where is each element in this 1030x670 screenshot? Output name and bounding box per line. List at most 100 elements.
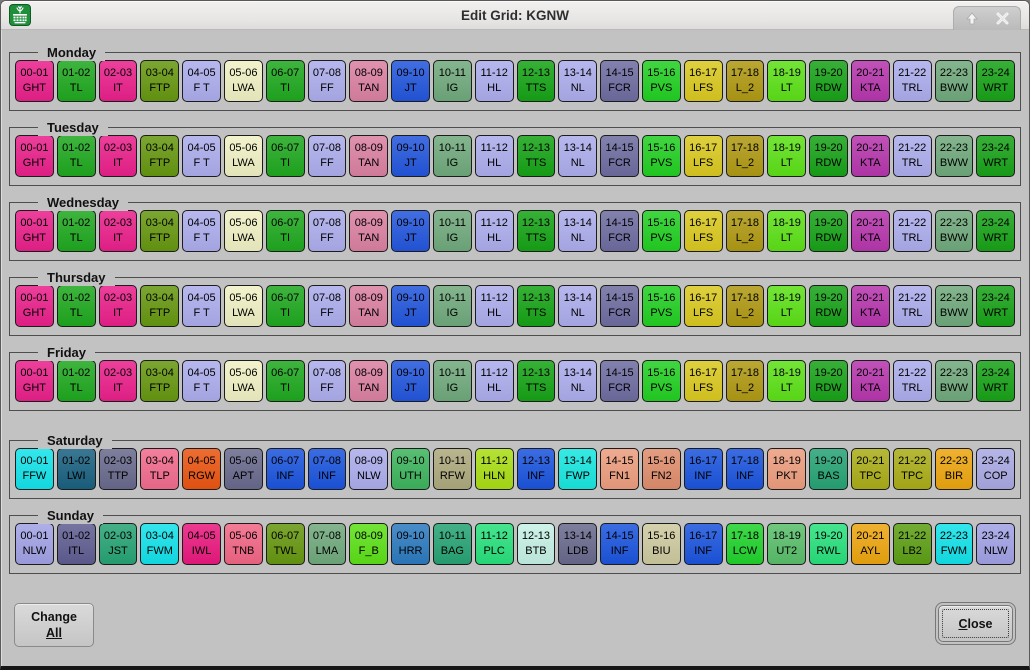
hour-slot-sunday-18-19[interactable]: 18-19UT2 — [767, 523, 806, 565]
hour-slot-tuesday-07-08[interactable]: 07-08FF — [308, 135, 347, 177]
hour-slot-sunday-07-08[interactable]: 07-08LMA — [308, 523, 347, 565]
hour-slot-monday-13-14[interactable]: 13-14NL — [558, 60, 597, 102]
hour-slot-saturday-09-10[interactable]: 09-10UTH — [391, 448, 430, 490]
hour-slot-friday-08-09[interactable]: 08-09TAN — [349, 360, 388, 402]
close-window-button[interactable] — [989, 9, 1015, 28]
hour-slot-tuesday-23-24[interactable]: 23-24WRT — [976, 135, 1015, 177]
hour-slot-friday-02-03[interactable]: 02-03IT — [99, 360, 138, 402]
close-button[interactable]: Close — [938, 605, 1013, 642]
hour-slot-thursday-16-17[interactable]: 16-17LFS — [684, 285, 723, 327]
hour-slot-friday-18-19[interactable]: 18-19LT — [767, 360, 806, 402]
hour-slot-tuesday-05-06[interactable]: 05-06LWA — [224, 135, 263, 177]
hour-slot-monday-20-21[interactable]: 20-21KTA — [851, 60, 890, 102]
hour-slot-thursday-14-15[interactable]: 14-15FCR — [600, 285, 639, 327]
hour-slot-sunday-08-09[interactable]: 08-09F_B — [349, 523, 388, 565]
hour-slot-saturday-22-23[interactable]: 22-23BIR — [935, 448, 974, 490]
hour-slot-friday-19-20[interactable]: 19-20RDW — [809, 360, 848, 402]
hour-slot-wednesday-14-15[interactable]: 14-15FCR — [600, 210, 639, 252]
hour-slot-sunday-01-02[interactable]: 01-02ITL — [57, 523, 96, 565]
hour-slot-saturday-19-20[interactable]: 19-20BAS — [809, 448, 848, 490]
hour-slot-tuesday-00-01[interactable]: 00-01GHT — [15, 135, 54, 177]
hour-slot-wednesday-12-13[interactable]: 12-13TTS — [517, 210, 556, 252]
hour-slot-friday-05-06[interactable]: 05-06LWA — [224, 360, 263, 402]
hour-slot-thursday-04-05[interactable]: 04-05F T — [182, 285, 221, 327]
hour-slot-friday-23-24[interactable]: 23-24WRT — [976, 360, 1015, 402]
hour-slot-tuesday-17-18[interactable]: 17-18L_2 — [726, 135, 765, 177]
hour-slot-tuesday-19-20[interactable]: 19-20RDW — [809, 135, 848, 177]
hour-slot-wednesday-16-17[interactable]: 16-17LFS — [684, 210, 723, 252]
hour-slot-saturday-04-05[interactable]: 04-05RGW — [182, 448, 221, 490]
hour-slot-saturday-17-18[interactable]: 17-18INF — [726, 448, 765, 490]
hour-slot-monday-08-09[interactable]: 08-09TAN — [349, 60, 388, 102]
hour-slot-saturday-02-03[interactable]: 02-03TTP — [99, 448, 138, 490]
hour-slot-saturday-00-01[interactable]: 00-01FFW — [15, 448, 54, 490]
hour-slot-sunday-00-01[interactable]: 00-01NLW — [15, 523, 54, 565]
hour-slot-wednesday-00-01[interactable]: 00-01GHT — [15, 210, 54, 252]
hour-slot-thursday-22-23[interactable]: 22-23BWW — [935, 285, 974, 327]
hour-slot-friday-13-14[interactable]: 13-14NL — [558, 360, 597, 402]
hour-slot-tuesday-04-05[interactable]: 04-05F T — [182, 135, 221, 177]
hour-slot-tuesday-06-07[interactable]: 06-07TI — [266, 135, 305, 177]
hour-slot-wednesday-02-03[interactable]: 02-03IT — [99, 210, 138, 252]
raise-window-button[interactable] — [959, 9, 985, 28]
hour-slot-thursday-20-21[interactable]: 20-21KTA — [851, 285, 890, 327]
hour-slot-monday-10-11[interactable]: 10-11IG — [433, 60, 472, 102]
hour-slot-sunday-16-17[interactable]: 16-17INF — [684, 523, 723, 565]
hour-slot-friday-17-18[interactable]: 17-18L_2 — [726, 360, 765, 402]
hour-slot-wednesday-10-11[interactable]: 10-11IG — [433, 210, 472, 252]
hour-slot-saturday-15-16[interactable]: 15-16FN2 — [642, 448, 681, 490]
hour-slot-friday-20-21[interactable]: 20-21KTA — [851, 360, 890, 402]
hour-slot-friday-12-13[interactable]: 12-13TTS — [517, 360, 556, 402]
hour-slot-wednesday-15-16[interactable]: 15-16PVS — [642, 210, 681, 252]
hour-slot-wednesday-04-05[interactable]: 04-05F T — [182, 210, 221, 252]
hour-slot-wednesday-11-12[interactable]: 11-12HL — [475, 210, 514, 252]
hour-slot-saturday-08-09[interactable]: 08-09NLW — [349, 448, 388, 490]
hour-slot-sunday-11-12[interactable]: 11-12PLC — [475, 523, 514, 565]
hour-slot-thursday-02-03[interactable]: 02-03IT — [99, 285, 138, 327]
hour-slot-monday-17-18[interactable]: 17-18L_2 — [726, 60, 765, 102]
hour-slot-friday-06-07[interactable]: 06-07TI — [266, 360, 305, 402]
hour-slot-tuesday-03-04[interactable]: 03-04FTP — [140, 135, 179, 177]
hour-slot-friday-07-08[interactable]: 07-08FF — [308, 360, 347, 402]
hour-slot-saturday-23-24[interactable]: 23-24COP — [976, 448, 1015, 490]
hour-slot-monday-15-16[interactable]: 15-16PVS — [642, 60, 681, 102]
hour-slot-thursday-01-02[interactable]: 01-02TL — [57, 285, 96, 327]
hour-slot-saturday-07-08[interactable]: 07-08INF — [308, 448, 347, 490]
hour-slot-sunday-19-20[interactable]: 19-20RWL — [809, 523, 848, 565]
hour-slot-wednesday-13-14[interactable]: 13-14NL — [558, 210, 597, 252]
hour-slot-saturday-11-12[interactable]: 11-12HLN — [475, 448, 514, 490]
hour-slot-sunday-23-24[interactable]: 23-24NLW — [976, 523, 1015, 565]
hour-slot-monday-11-12[interactable]: 11-12HL — [475, 60, 514, 102]
hour-slot-thursday-12-13[interactable]: 12-13TTS — [517, 285, 556, 327]
hour-slot-wednesday-05-06[interactable]: 05-06LWA — [224, 210, 263, 252]
hour-slot-friday-09-10[interactable]: 09-10JT — [391, 360, 430, 402]
hour-slot-thursday-15-16[interactable]: 15-16PVS — [642, 285, 681, 327]
change-all-button[interactable]: Change All — [14, 603, 94, 647]
hour-slot-friday-10-11[interactable]: 10-11IG — [433, 360, 472, 402]
hour-slot-tuesday-15-16[interactable]: 15-16PVS — [642, 135, 681, 177]
hour-slot-sunday-13-14[interactable]: 13-14LDB — [558, 523, 597, 565]
hour-slot-monday-03-04[interactable]: 03-04FTP — [140, 60, 179, 102]
hour-slot-monday-06-07[interactable]: 06-07TI — [266, 60, 305, 102]
hour-slot-wednesday-18-19[interactable]: 18-19LT — [767, 210, 806, 252]
hour-slot-wednesday-06-07[interactable]: 06-07TI — [266, 210, 305, 252]
hour-slot-wednesday-21-22[interactable]: 21-22TRL — [893, 210, 932, 252]
hour-slot-friday-03-04[interactable]: 03-04FTP — [140, 360, 179, 402]
hour-slot-sunday-06-07[interactable]: 06-07TWL — [266, 523, 305, 565]
hour-slot-wednesday-20-21[interactable]: 20-21KTA — [851, 210, 890, 252]
hour-slot-thursday-21-22[interactable]: 21-22TRL — [893, 285, 932, 327]
hour-slot-friday-15-16[interactable]: 15-16PVS — [642, 360, 681, 402]
hour-slot-thursday-00-01[interactable]: 00-01GHT — [15, 285, 54, 327]
title-bar[interactable]: Edit Grid: KGNW — [1, 1, 1029, 30]
hour-slot-saturday-03-04[interactable]: 03-04TLP — [140, 448, 179, 490]
hour-slot-thursday-05-06[interactable]: 05-06LWA — [224, 285, 263, 327]
hour-slot-tuesday-13-14[interactable]: 13-14NL — [558, 135, 597, 177]
hour-slot-sunday-03-04[interactable]: 03-04FWM — [140, 523, 179, 565]
hour-slot-friday-22-23[interactable]: 22-23BWW — [935, 360, 974, 402]
hour-slot-wednesday-17-18[interactable]: 17-18L_2 — [726, 210, 765, 252]
hour-slot-wednesday-03-04[interactable]: 03-04FTP — [140, 210, 179, 252]
hour-slot-saturday-18-19[interactable]: 18-19PKT — [767, 448, 806, 490]
hour-slot-sunday-21-22[interactable]: 21-22LB2 — [893, 523, 932, 565]
hour-slot-tuesday-12-13[interactable]: 12-13TTS — [517, 135, 556, 177]
hour-slot-tuesday-21-22[interactable]: 21-22TRL — [893, 135, 932, 177]
